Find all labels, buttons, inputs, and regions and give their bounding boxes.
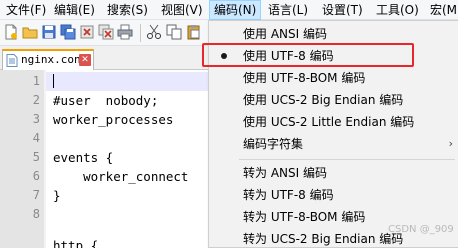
close-icon[interactable]: ✕ — [79, 54, 91, 66]
save-icon[interactable] — [41, 24, 57, 40]
menu-item-use-ansi[interactable]: 使用 ANSI 编码 — [209, 23, 458, 45]
watermark: CSDN @_909 — [388, 224, 454, 235]
menu-encoding[interactable]: 编码(N) — [209, 0, 262, 20]
menu-item-convert-ansi[interactable]: 转为 ANSI 编码 — [209, 162, 458, 184]
menu-view[interactable]: 视图(V) — [157, 0, 207, 20]
menu-item-use-ucs2-be[interactable]: 使用 UCS-2 Big Endian 编码 — [209, 89, 458, 111]
code-line: #user nobody; — [53, 93, 159, 108]
line-number: 8 — [32, 207, 40, 221]
paste-icon[interactable] — [186, 24, 202, 40]
close-all-icon[interactable] — [98, 24, 114, 40]
toolbar-separator — [140, 24, 141, 42]
line-number: 4 — [32, 131, 40, 145]
cut-icon[interactable] — [146, 24, 162, 40]
menu-separator — [239, 159, 455, 160]
code-line: } — [53, 188, 61, 203]
copy-icon[interactable] — [166, 24, 182, 40]
close-file-icon[interactable] — [79, 24, 95, 40]
code-line: worker_connect — [53, 169, 189, 184]
menu-item-use-utf8-bom[interactable]: 使用 UTF-8-BOM 编码 — [209, 67, 458, 89]
menu-bar: 文件(F) 编辑(E) 搜索(S) 视图(V) 编码(N) 语言(L) 设置(T… — [0, 0, 458, 20]
menu-tools[interactable]: 工具(O) — [372, 0, 423, 20]
menu-search[interactable]: 搜索(S) — [103, 0, 152, 20]
line-number: 1 — [32, 74, 40, 88]
fold-margin — [44, 70, 46, 248]
menu-settings[interactable]: 设置(T) — [318, 0, 367, 20]
line-number: 6 — [32, 169, 40, 183]
line-number: 7 — [32, 188, 40, 202]
menu-macro[interactable]: 宏(M — [426, 0, 458, 20]
file-icon — [6, 54, 18, 67]
code-line: http { — [53, 238, 99, 248]
open-file-icon[interactable] — [22, 24, 38, 40]
print-icon[interactable] — [117, 24, 133, 40]
line-number: 5 — [32, 150, 40, 164]
menu-file[interactable]: 文件(F) — [2, 0, 50, 20]
annotation-highlight-box — [202, 43, 414, 67]
save-all-icon[interactable] — [60, 24, 76, 40]
tab-nginx-conf[interactable]: nginx.conf ✕ — [2, 49, 94, 70]
new-file-icon[interactable] — [3, 24, 19, 40]
line-number: 3 — [32, 112, 40, 126]
menu-language[interactable]: 语言(L) — [264, 0, 312, 20]
text-caret — [53, 74, 54, 88]
code-line: events { — [53, 150, 114, 165]
line-number: 2 — [32, 93, 40, 107]
tab-label: nginx.conf — [21, 53, 88, 66]
menu-edit[interactable]: 编辑(E) — [50, 0, 99, 20]
menu-item-use-ucs2-le[interactable]: 使用 UCS-2 Little Endian 编码 — [209, 111, 458, 133]
code-line: worker_processes — [53, 112, 174, 127]
submenu-arrow-icon: › — [448, 137, 453, 150]
menu-item-charset[interactable]: 编码字符集 › — [209, 133, 458, 155]
menu-item-convert-utf8[interactable]: 转为 UTF-8 编码 — [209, 184, 458, 206]
